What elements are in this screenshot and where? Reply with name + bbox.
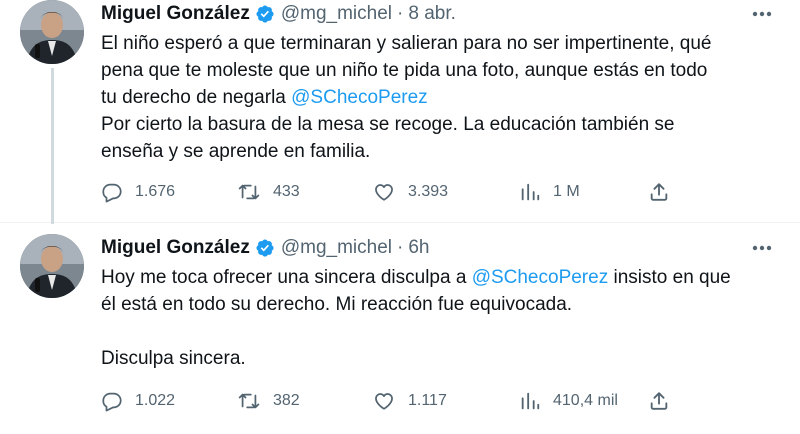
- tweet-text-line: Hoy me toca ofrecer una sincera disculpa…: [101, 264, 781, 291]
- tweet-header: Miguel González @mg_michel · 6h: [101, 236, 429, 260]
- text-segment: él está en todo su derecho. Mi reacción …: [101, 294, 573, 315]
- retweet-button[interactable]: 433: [237, 178, 300, 206]
- like-count: 1.117: [408, 392, 447, 409]
- reply-count: 1.676: [135, 183, 176, 200]
- text-segment: insisto en que: [608, 267, 731, 288]
- tweet-text-line: tu derecho de negarla @SChecoPerez: [101, 84, 781, 111]
- share-icon: [648, 181, 670, 203]
- share-button[interactable]: [648, 178, 670, 206]
- tweet-text-line: él está en todo su derecho. Mi reacción …: [101, 291, 781, 318]
- tweet-actions: 1.022 382 1.117 410,4 mil: [101, 387, 681, 415]
- author-handle[interactable]: @mg_michel: [281, 3, 392, 25]
- verified-badge-icon: [255, 4, 275, 24]
- views-button[interactable]: 1 M: [519, 178, 580, 206]
- text-segment: tu derecho de negarla: [101, 87, 292, 108]
- views-button[interactable]: 410,4 mil: [519, 387, 618, 415]
- reply-icon: [101, 181, 123, 203]
- verified-badge-icon: [255, 238, 275, 258]
- like-count: 3.393: [408, 183, 449, 200]
- thread-connector-line: [51, 68, 54, 224]
- reply-button[interactable]: 1.676: [101, 178, 175, 206]
- tweet-text-line: pena que te moleste que un niño te pida …: [101, 57, 781, 84]
- author-handle[interactable]: @mg_michel: [281, 237, 392, 259]
- reply-count: 1.022: [135, 392, 176, 409]
- separator-dot: ·: [397, 3, 404, 24]
- tweet-timestamp[interactable]: 8 abr.: [408, 3, 456, 25]
- tweet-header: Miguel González @mg_michel · 8 abr.: [101, 2, 456, 26]
- more-options-icon[interactable]: [750, 238, 774, 258]
- views-count: 410,4 mil: [553, 392, 618, 409]
- tweet-text-line: Disculpa sincera.: [101, 345, 781, 372]
- separator-dot: ·: [397, 237, 404, 258]
- author-name[interactable]: Miguel González: [101, 237, 250, 259]
- share-icon: [648, 390, 670, 412]
- views-count: 1 M: [553, 183, 580, 200]
- tweet-timestamp[interactable]: 6h: [408, 237, 429, 259]
- share-button[interactable]: [648, 387, 670, 415]
- avatar[interactable]: [20, 234, 84, 298]
- more-options-icon[interactable]: [750, 4, 774, 24]
- tweet-text: El niño esperó a que terminaran y salier…: [101, 30, 781, 165]
- like-icon: [372, 390, 396, 412]
- like-icon: [372, 181, 396, 203]
- views-icon: [519, 390, 541, 412]
- mention-link[interactable]: @SChecoPerez: [472, 267, 609, 288]
- retweet-icon: [237, 390, 261, 412]
- views-icon: [519, 181, 541, 203]
- reply-icon: [101, 390, 123, 412]
- text-segment: Disculpa sincera.: [101, 348, 246, 369]
- mention-link[interactable]: @SChecoPerez: [291, 87, 428, 108]
- avatar[interactable]: [20, 0, 84, 64]
- text-segment: pena que te moleste que un niño te pida …: [101, 60, 708, 81]
- tweet[interactable]: Miguel González @mg_michel · 6h Hoy me t…: [0, 223, 800, 434]
- retweet-icon: [237, 181, 261, 203]
- tweet-actions: 1.676 433 3.393 1 M: [101, 178, 681, 206]
- tweet-text: Hoy me toca ofrecer una sincera disculpa…: [101, 264, 781, 372]
- text-segment: El niño esperó a que terminaran y salier…: [101, 33, 712, 54]
- tweet[interactable]: Miguel González @mg_michel · 8 abr. El n…: [0, 0, 800, 224]
- text-segment: enseña y se aprende en familia.: [101, 141, 371, 162]
- retweet-count: 433: [273, 183, 300, 200]
- like-button[interactable]: 3.393: [372, 178, 448, 206]
- like-button[interactable]: 1.117: [372, 387, 447, 415]
- retweet-button[interactable]: 382: [237, 387, 300, 415]
- text-segment: Por cierto la basura de la mesa se recog…: [101, 114, 675, 135]
- author-name[interactable]: Miguel González: [101, 3, 250, 25]
- retweet-count: 382: [273, 392, 300, 409]
- tweet-text-line: El niño esperó a que terminaran y salier…: [101, 30, 781, 57]
- tweet-text-line: enseña y se aprende en familia.: [101, 138, 781, 165]
- text-segment: Hoy me toca ofrecer una sincera disculpa…: [101, 267, 472, 288]
- reply-button[interactable]: 1.022: [101, 387, 175, 415]
- tweet-text-line: Por cierto la basura de la mesa se recog…: [101, 111, 781, 138]
